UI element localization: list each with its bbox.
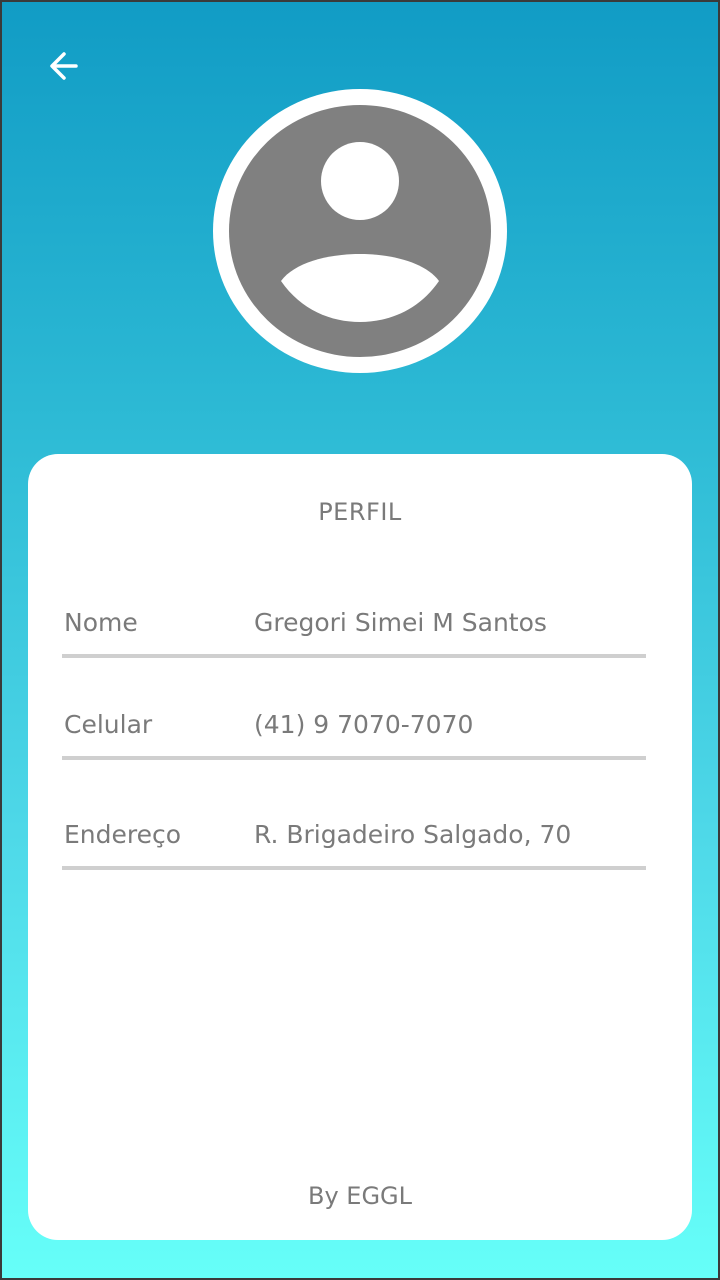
field-label: Nome — [64, 608, 138, 637]
field-label: Celular — [64, 710, 153, 739]
back-button[interactable] — [40, 42, 88, 90]
user-placeholder-icon — [281, 142, 439, 322]
profile-screen: PERFIL Nome Gregori Simei M Santos Celul… — [0, 0, 720, 1280]
field-row-phone[interactable]: Celular (41) 9 7070-7070 — [62, 706, 646, 760]
profile-card: PERFIL Nome Gregori Simei M Santos Celul… — [28, 454, 692, 1240]
field-row-address[interactable]: Endereço R. Brigadeiro Salgado, 70 — [62, 816, 646, 870]
avatar-image — [229, 105, 491, 357]
field-label: Endereço — [64, 820, 182, 849]
footer-credit: By EGGL — [307, 1182, 413, 1210]
name-value: Gregori Simei M Santos — [254, 608, 547, 637]
page-title: PERFIL — [318, 498, 402, 526]
avatar[interactable] — [213, 89, 507, 373]
field-row-name[interactable]: Nome Gregori Simei M Santos — [62, 604, 646, 658]
phone-value: (41) 9 7070-7070 — [254, 710, 474, 739]
arrow-left-icon — [50, 52, 78, 80]
address-value: R. Brigadeiro Salgado, 70 — [254, 820, 572, 849]
